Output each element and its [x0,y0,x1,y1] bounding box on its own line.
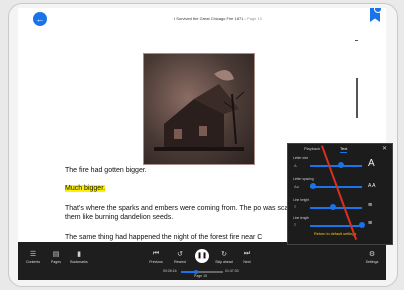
audio-controls-bar: ☰ Contents ▤ Pages ▮ Bookmarks ⏮ Previou… [18,242,386,280]
skip-ahead-button[interactable]: ↻ Skip ahead [215,250,233,264]
rewind-button[interactable]: ↺ Rewind [172,250,188,264]
scroll-top-marker [355,40,358,41]
setting-label: Line height [293,198,310,202]
large-letter-glyph: A [368,158,375,169]
pause-button[interactable]: ❚❚ [195,249,209,263]
wide-spacing-glyph: A A [368,183,376,189]
pause-icon: ❚❚ [196,253,208,259]
burning-house-illustration [154,70,245,151]
settings-button[interactable]: ⚙ Settings [364,250,380,264]
book-illustration [143,53,255,165]
tab-playback[interactable]: Playback [304,146,320,151]
line-length-small-icon: ≡ [294,222,297,227]
line-height-slider[interactable] [310,207,362,209]
tab-text[interactable]: Text [340,146,348,153]
paragraph-1: The fire had gotten bigger. [65,167,147,174]
skip-next-icon: ⏭ [243,250,251,257]
back-button[interactable]: ← [33,12,47,26]
scrollbar[interactable] [356,78,358,118]
line-height-small-icon: ≡ [294,204,297,209]
reset-settings-link[interactable]: Return to default settings [314,232,356,236]
letter-spacing-knob[interactable] [309,183,316,189]
page-indicator: • Page 10 [244,16,262,21]
close-icon[interactable]: ✕ [382,145,387,152]
highlighted-text: Much bigger. [65,185,106,192]
small-letter-glyph: A [294,163,297,168]
contents-button[interactable]: ☰ Contents [26,250,40,264]
time-total: 01:47:03 [225,269,239,273]
pages-icon: ▤ [52,251,60,258]
paragraph-4: The same thing had happened the night of… [65,234,263,241]
setting-label: Letter size [293,156,309,160]
rewind-icon: ↺ [177,251,183,258]
gear-icon: ⚙ [368,251,376,258]
line-length-large-icon: ≡ [368,220,373,227]
bookmarks-button[interactable]: ▮ Bookmarks [70,250,88,264]
next-button[interactable]: ⏭ Next [240,250,254,264]
book-title: I Survived the Great Chicago Fire 1871 •… [138,16,298,21]
previous-button[interactable]: ⏮ Previous [148,250,164,264]
pages-button[interactable]: ▤ Pages [49,250,63,264]
forward-icon: ↻ [221,251,227,258]
skip-previous-icon: ⏮ [152,250,160,257]
line-height-knob[interactable] [330,204,337,210]
line-height-large-icon: ≡ [368,202,373,209]
book-title-text: I Survived the Great Chicago Fire 1871 [174,16,244,21]
bookmarks-icon: ▮ [77,251,81,258]
paragraph-2: Much bigger. [65,184,106,193]
line-length-slider[interactable] [310,225,362,227]
line-length-knob[interactable] [359,222,365,228]
contents-icon: ☰ [29,251,37,258]
letter-size-slider[interactable] [310,165,362,167]
progress-track[interactable] [181,269,223,274]
setting-label: Line length [293,216,310,220]
bookmark-badge [374,8,382,13]
arrow-left-icon: ← [35,14,45,24]
letter-size-knob[interactable] [338,162,345,168]
time-elapsed: 00:26:16 [163,269,177,273]
setting-label: Letter spacing [293,177,314,181]
tight-spacing-glyph: Aa [294,184,299,189]
paragraph-3: That's where the sparks and embers were … [65,205,308,221]
current-page-label: Page 10 [194,274,208,278]
reader-header: ← I Survived the Great Chicago Fire 1871… [18,8,386,32]
